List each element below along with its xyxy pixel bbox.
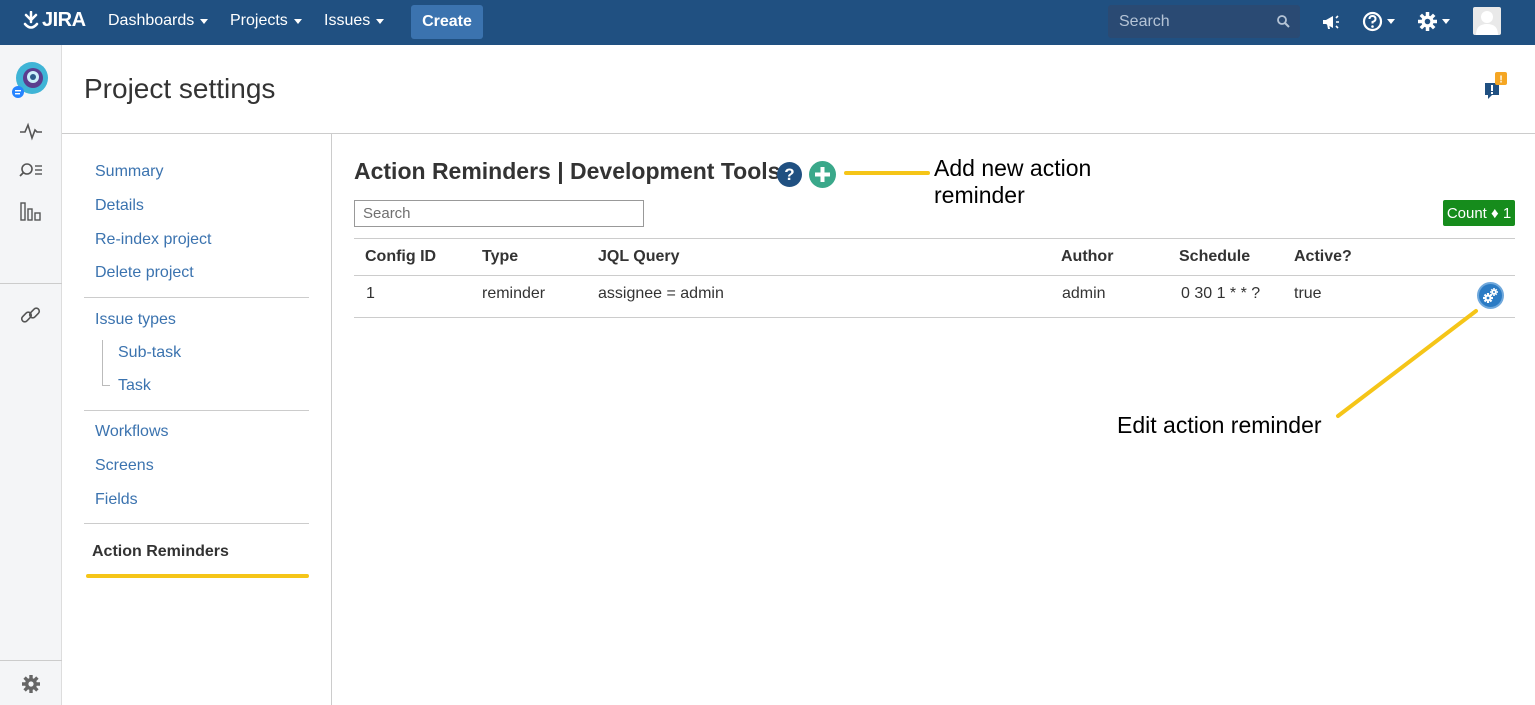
project-avatar[interactable] [12,61,50,104]
section-title: Action Reminders | Development Tools [354,158,781,184]
annotation-edit-text: Edit action reminder [1117,412,1322,438]
top-navigation-bar: JIRA Dashboards Projects Issues Create [0,0,1535,45]
settings-nav-divider [84,297,309,298]
announcement-icon[interactable] [1321,12,1341,32]
cell-config-id: 1 [366,285,375,302]
help-button[interactable]: ? [777,162,802,187]
active-highlight-underline [86,574,309,578]
global-search-input[interactable] [1108,5,1300,38]
plus-icon [815,167,830,182]
settings-nav-fields[interactable]: Fields [95,491,138,509]
cell-schedule: 0 30 1 * * ? [1181,285,1261,302]
column-header-author[interactable]: Author [1061,248,1113,266]
feedback-icon: ! [1485,72,1507,99]
chevron-down-icon [1442,19,1450,24]
settings-nav-summary[interactable]: Summary [95,163,163,181]
project-avatar-icon [12,62,48,98]
column-header-jql-query[interactable]: JQL Query [598,248,680,266]
settings-nav-action-reminders[interactable]: Action Reminders [92,543,229,561]
reminders-search-input[interactable] [354,200,644,227]
jira-logo[interactable]: JIRA [22,9,86,32]
help-icon [1362,11,1383,32]
search-icon [1277,15,1290,28]
sidebar-divider [0,283,62,284]
help-menu[interactable] [1362,11,1395,32]
chevron-down-icon [200,18,209,24]
gear-icon [1418,12,1437,31]
user-avatar[interactable] [1473,7,1501,35]
nav-projects-label: Projects [230,12,288,29]
feedback-badge: ! [1499,75,1502,86]
jira-logo-icon [23,10,39,29]
column-header-type[interactable]: Type [482,248,518,266]
project-sidebar [0,45,62,705]
nav-issues-label: Issues [324,12,371,29]
tree-line [102,385,110,386]
cell-jql-query: assignee = admin [598,285,724,302]
table-header: Config ID Type JQL Query Author Schedule… [354,238,1515,276]
create-button[interactable]: Create [411,5,483,39]
annotation-add-text: Add new action reminder [934,155,1092,208]
jira-logo-text: JIRA [42,9,86,31]
global-search [1108,5,1300,38]
reports-icon[interactable] [19,200,43,227]
chevron-down-icon [1387,19,1395,24]
settings-nav-task[interactable]: Task [118,377,151,395]
nav-issues[interactable]: Issues [324,12,385,30]
nav-projects[interactable]: Projects [230,12,302,30]
cell-author: admin [1062,285,1106,302]
sidebar-divider [0,660,62,661]
link-icon[interactable] [19,305,43,332]
cell-active: true [1294,285,1322,302]
column-header-config-id[interactable]: Config ID [365,248,436,266]
nav-dashboards[interactable]: Dashboards [108,12,209,30]
column-header-schedule[interactable]: Schedule [1179,248,1250,266]
chevron-down-icon [376,18,385,24]
settings-nav-divider [84,523,309,524]
project-settings-gear-icon[interactable] [21,674,41,699]
annotation-pointer-line [844,171,930,175]
page-header: Project settings ! [62,45,1535,134]
search-issues-icon[interactable] [19,160,43,187]
settings-nav-divider [84,410,309,411]
nav-dashboards-label: Dashboards [108,12,195,29]
cogs-icon [1483,288,1498,303]
activity-icon[interactable] [19,120,43,147]
chevron-down-icon [293,18,302,24]
user-icon [1476,11,1498,35]
add-action-reminder-button[interactable] [809,161,836,188]
settings-nav-screens[interactable]: Screens [95,457,154,475]
page-title: Project settings [84,73,276,104]
annotation-pointer-line [1336,309,1478,418]
settings-nav-details[interactable]: Details [95,197,144,215]
column-header-active[interactable]: Active? [1294,248,1352,266]
count-badge: Count ♦ 1 [1443,200,1515,226]
tree-line [102,340,103,385]
settings-nav-reindex[interactable]: Re-index project [95,231,212,249]
settings-navigation: Summary Details Re-index project Delete … [62,134,332,705]
settings-nav-workflows[interactable]: Workflows [95,423,169,441]
feedback-button[interactable]: ! [1483,72,1507,105]
settings-nav-delete-project[interactable]: Delete project [95,264,194,282]
settings-nav-issue-types[interactable]: Issue types [95,311,176,329]
settings-nav-subtask[interactable]: Sub-task [118,344,181,362]
cell-type: reminder [482,285,546,302]
admin-menu[interactable] [1417,11,1450,32]
